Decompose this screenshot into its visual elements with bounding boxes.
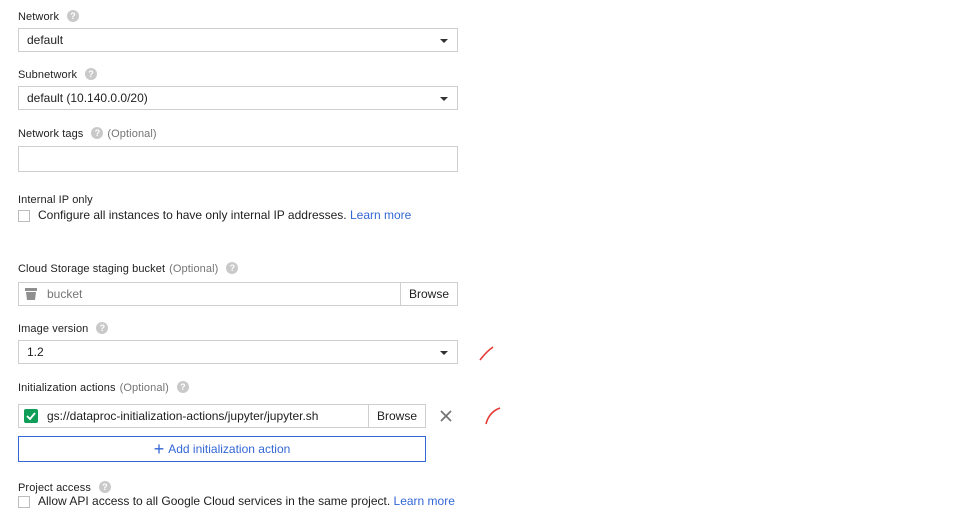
help-icon[interactable]: ? [85, 68, 98, 80]
subnetwork-select[interactable]: default (10.140.0.0/20) [18, 86, 458, 110]
staging-bucket-field: Browse [18, 282, 458, 306]
init-action-browse-button[interactable]: Browse [367, 405, 425, 427]
add-init-action-button[interactable]: + Add initialization action [18, 436, 426, 462]
subnetwork-label: Subnetwork? [18, 68, 98, 81]
staging-bucket-label: Cloud Storage staging bucket (Optional)? [18, 262, 239, 275]
annotation-check-mark [485, 407, 501, 425]
internal-ip-label: Internal IP only [18, 194, 93, 206]
image-version-select[interactable]: 1.2 [18, 340, 458, 364]
project-access-learn-more-link[interactable]: Learn more [394, 494, 455, 508]
help-icon[interactable]: ? [96, 322, 109, 334]
help-icon[interactable]: ? [176, 381, 189, 393]
init-actions-label: Initialization actions (Optional)? [18, 381, 189, 394]
internal-ip-checkbox[interactable] [18, 210, 30, 222]
project-access-checkbox[interactable] [18, 496, 30, 508]
staging-bucket-browse-button[interactable]: Browse [399, 283, 457, 305]
image-version-label: Image version? [18, 322, 109, 335]
staging-bucket-input[interactable] [45, 286, 399, 302]
internal-ip-learn-more-link[interactable]: Learn more [350, 208, 411, 222]
help-icon[interactable]: ? [98, 481, 111, 493]
network-tags-label: Network tags? (Optional) [18, 127, 157, 140]
chevron-down-icon [440, 97, 448, 101]
bucket-icon [25, 288, 37, 300]
internal-ip-text: Configure all instances to have only int… [38, 208, 412, 222]
project-access-text: Allow API access to all Google Cloud ser… [38, 494, 455, 508]
plus-icon: + [153, 439, 165, 459]
network-label: Network? [18, 10, 80, 23]
init-action-path[interactable]: gs://dataproc-initialization-actions/jup… [47, 409, 318, 423]
annotation-check-mark [479, 346, 494, 361]
project-access-label: Project access? [18, 481, 111, 494]
close-icon[interactable] [439, 409, 453, 423]
network-select[interactable]: default [18, 28, 458, 52]
init-action-row: gs://dataproc-initialization-actions/jup… [18, 404, 426, 428]
help-icon[interactable]: ? [226, 262, 239, 274]
chevron-down-icon [440, 39, 448, 43]
checkbox-checked-icon[interactable] [24, 409, 38, 423]
help-icon[interactable]: ? [67, 10, 80, 22]
network-tags-input[interactable] [18, 146, 458, 172]
chevron-down-icon [440, 351, 448, 355]
help-icon[interactable]: ? [91, 127, 104, 139]
